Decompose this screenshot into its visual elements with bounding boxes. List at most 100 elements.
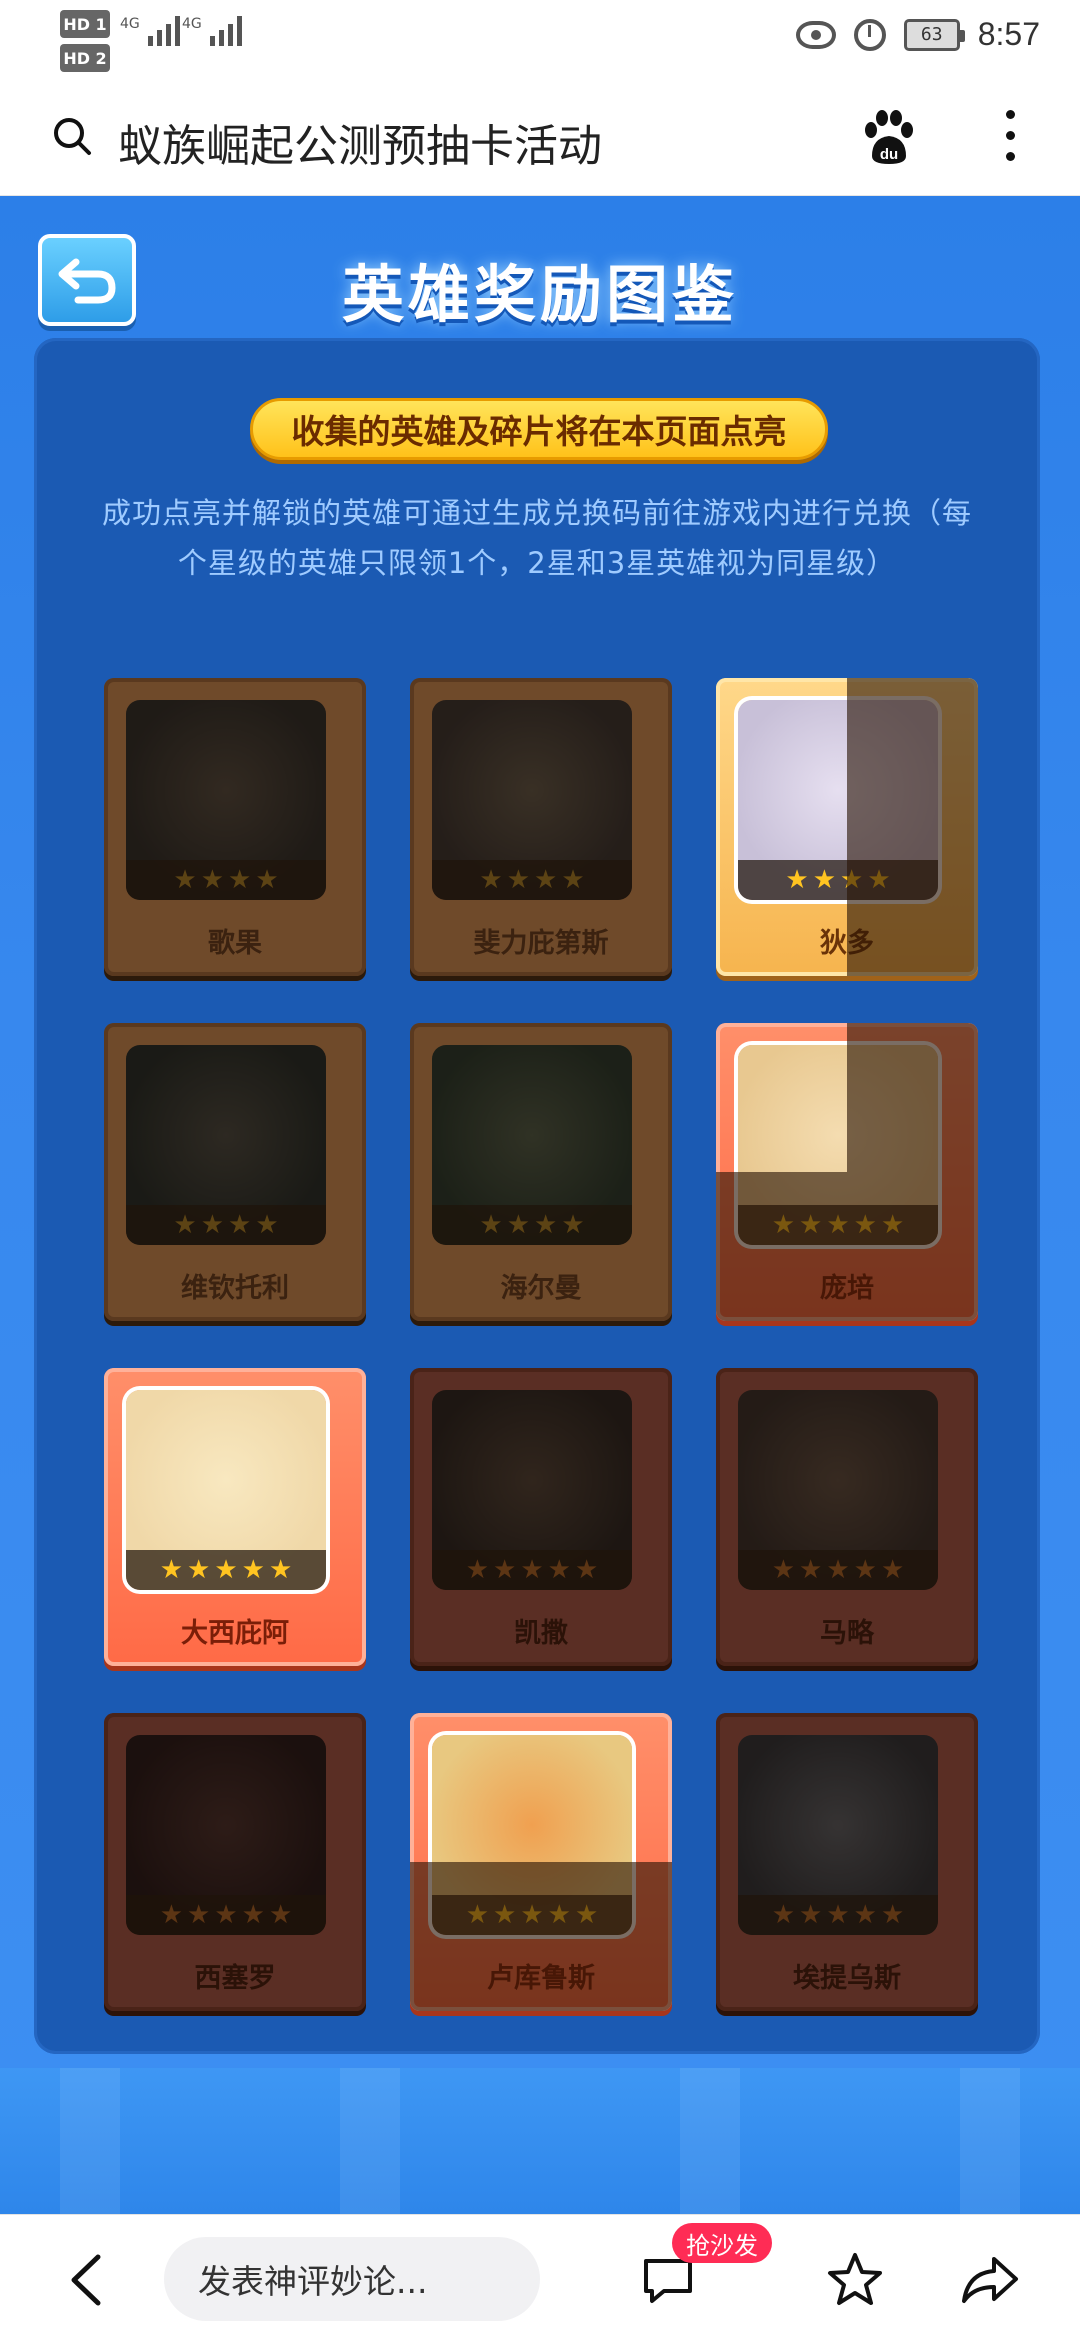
star-rating: ★★★★: [432, 860, 632, 900]
hero-name: 海尔曼: [500, 1273, 582, 1304]
star-icon: ★: [880, 1900, 905, 1930]
search-query[interactable]: 蚁族崛起公测预抽卡活动: [118, 110, 602, 174]
hero-name: 维钦托利: [181, 1273, 289, 1304]
bottom-toolbar: 发表神评妙论... 抢沙发: [0, 2214, 1080, 2340]
hero-card[interactable]: ★ ★ ★ ★ ★ 埃提乌斯: [716, 1713, 978, 2011]
star-icon: ★: [187, 1555, 211, 1585]
hero-portrait-frame: ★★★★★: [126, 1735, 326, 1935]
hero-card[interactable]: ★ ★ ★ ★ 维钦托利: [104, 1023, 366, 1321]
star-rating: ★★★★★: [738, 1550, 938, 1590]
star-rating: ★★★★★: [126, 1895, 326, 1935]
hero-card[interactable]: ★ ★ ★ ★ ★ 大西庇阿: [104, 1368, 366, 1666]
star-icon: ★: [506, 1210, 530, 1240]
hero-card[interactable]: ★ ★ ★ ★ 斐力庇第斯: [410, 678, 672, 976]
star-icon: ★: [479, 865, 503, 895]
star-icon: ★: [534, 1210, 558, 1240]
star-icon: ★: [561, 1210, 585, 1240]
hero-card[interactable]: ★★★★★庞培: [716, 1023, 978, 1321]
network-label: 4G: [120, 16, 140, 32]
star-icon: ★: [534, 865, 558, 895]
hero-name: 西塞罗: [194, 1963, 276, 1994]
status-bar: HD 1 HD 2 4G 4G 63 8:57: [0, 0, 1080, 80]
star-icon: ★: [853, 1900, 877, 1930]
hero-name: 大西庇阿: [181, 1618, 289, 1649]
search-icon[interactable]: [52, 116, 92, 156]
hero-portrait-frame: ★★★★: [126, 700, 326, 900]
star-icon: ★: [826, 1900, 850, 1930]
star-icon: ★: [465, 1555, 490, 1585]
hero-portrait-frame: ★★★★: [432, 700, 632, 900]
star-icon: ★: [228, 865, 252, 895]
network-label-2: 4G: [182, 16, 202, 32]
star-rating: ★★★★: [126, 860, 326, 900]
star-icon: ★: [241, 1555, 265, 1585]
lock-shade: [716, 1172, 847, 1321]
star-icon: ★: [200, 1210, 224, 1240]
favorite-star-icon[interactable]: [826, 2251, 884, 2309]
hero-card[interactable]: ★★★★狄多: [716, 678, 978, 976]
hero-panel: 收集的英雄及碎片将在本页面点亮 成功点亮并解锁的英雄可通过生成兑换码前往游戏内进…: [34, 338, 1040, 2054]
star-icon: ★: [520, 1555, 544, 1585]
star-icon: ★: [200, 865, 224, 895]
star-icon: ★: [173, 1210, 197, 1240]
star-icon: ★: [187, 1900, 211, 1930]
comment-icon[interactable]: [640, 2255, 696, 2307]
signal-icon: 4G: [120, 16, 180, 46]
hero-name: 马略: [820, 1618, 874, 1649]
hero-portrait-frame: ★★★★: [126, 1045, 326, 1245]
eye-comfort-icon: [795, 20, 836, 49]
hero-name: 埃提乌斯: [793, 1963, 901, 1994]
star-icon: ★: [173, 865, 197, 895]
description-text: 成功点亮并解锁的英雄可通过生成兑换码前往游戏内进行兑换（每个星级的英雄只限领1个…: [101, 496, 972, 580]
hero-card[interactable]: ★ ★ ★ ★ 歌果: [104, 678, 366, 976]
search-bar[interactable]: 蚁族崛起公测预抽卡活动 du: [0, 80, 1080, 196]
star-icon: ★: [771, 1900, 796, 1930]
star-icon: ★: [268, 1900, 293, 1930]
hero-grid: ★★★★歌果★★★★斐力庇第斯★★★★狄多★★★★维钦托利★★★★海尔曼★★★★…: [104, 678, 984, 2054]
star-rating: ★★★★: [126, 1205, 326, 1245]
game-page: 英雄奖励图鉴 收集的英雄及碎片将在本页面点亮 成功点亮并解锁的英雄可通过生成兑换…: [0, 196, 1080, 2214]
lock-shade: [410, 1862, 672, 2011]
star-rating: ★★★★: [432, 1205, 632, 1245]
star-icon: ★: [853, 1555, 877, 1585]
notice-banner: 收集的英雄及碎片将在本页面点亮: [250, 398, 828, 460]
hd2-indicator: HD 2: [60, 44, 110, 72]
signal-icon-2: 4G: [182, 16, 242, 46]
star-icon: ★: [241, 1900, 265, 1930]
star-icon: ★: [812, 865, 836, 895]
star-rating: ★★★★★: [432, 1550, 632, 1590]
hero-portrait-frame: ★★★★: [432, 1045, 632, 1245]
star-icon: ★: [493, 1555, 517, 1585]
hero-portrait-frame: ★★★★★: [738, 1735, 938, 1935]
star-icon: ★: [785, 865, 809, 895]
hd1-indicator: HD 1: [60, 10, 110, 38]
hero-card[interactable]: ★ ★ ★ ★ ★ 西塞罗: [104, 1713, 366, 2011]
star-icon: ★: [826, 1555, 850, 1585]
baidu-paw-icon[interactable]: du: [862, 110, 916, 166]
hero-name: 凯撒: [514, 1618, 568, 1649]
comment-input[interactable]: 发表神评妙论...: [164, 2237, 540, 2321]
hero-card[interactable]: ★ ★ ★ ★ 海尔曼: [410, 1023, 672, 1321]
hero-card[interactable]: ★★★★★卢库鲁斯: [410, 1713, 672, 2011]
hero-portrait-frame: ★★★★★: [432, 1390, 632, 1590]
more-options-icon[interactable]: [1000, 110, 1020, 166]
star-icon: ★: [255, 1210, 279, 1240]
hero-card[interactable]: ★ ★ ★ ★ ★ 凯撒: [410, 1368, 672, 1666]
svg-text:du: du: [880, 146, 898, 163]
star-icon: ★: [547, 1555, 571, 1585]
star-icon: ★: [880, 1555, 905, 1585]
share-icon[interactable]: [960, 2253, 1020, 2307]
hero-portrait-frame: ★★★★★: [126, 1390, 326, 1590]
sofa-badge: 抢沙发: [672, 2223, 772, 2263]
star-icon: ★: [506, 865, 530, 895]
hero-name: 斐力庇第斯: [473, 928, 609, 959]
star-icon: ★: [228, 1210, 252, 1240]
star-icon: ★: [214, 1900, 238, 1930]
back-icon[interactable]: [66, 2253, 106, 2307]
lock-shade: [847, 1023, 978, 1321]
hero-card[interactable]: ★ ★ ★ ★ ★ 马略: [716, 1368, 978, 1666]
clock: 8:57: [977, 16, 1040, 52]
hero-portrait-frame: ★★★★★: [738, 1390, 938, 1590]
lock-shade: [847, 678, 978, 976]
page-title: 英雄奖励图鉴: [341, 258, 738, 331]
